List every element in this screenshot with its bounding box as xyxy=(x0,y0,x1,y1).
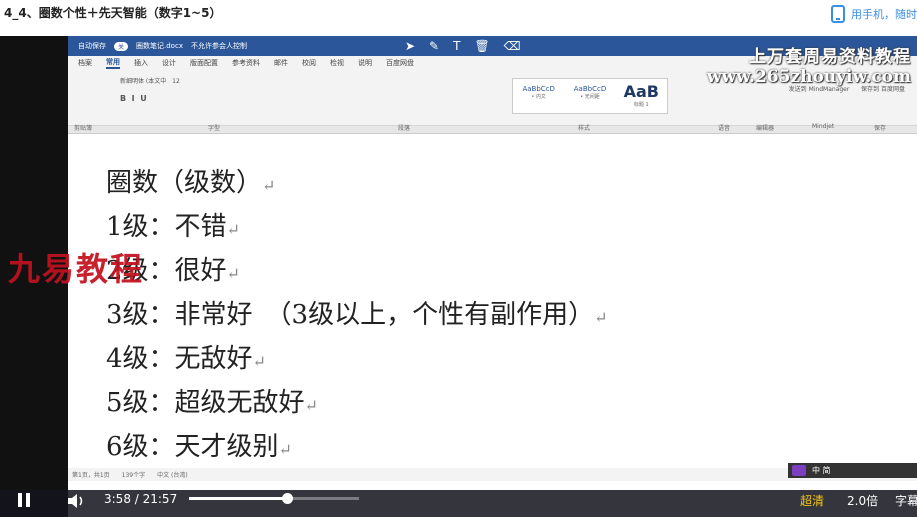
style-normal-preview: AaBbCcD xyxy=(522,85,555,93)
doc-line-heading-text: 圈数（级数） xyxy=(106,168,263,198)
pointer-icon[interactable]: ➤ xyxy=(405,39,415,53)
paragraph-mark: ↵ xyxy=(226,220,240,239)
style-normal[interactable]: AaBbCcD • 内文 xyxy=(513,79,564,113)
doc-line-level4-text: 4级：无敌好 xyxy=(106,344,253,374)
ime-logo-icon xyxy=(792,465,806,476)
format-buttons[interactable]: B I U xyxy=(120,94,147,103)
progress-thumb[interactable] xyxy=(282,493,294,504)
mobile-hint-link[interactable]: 用手机，随时 xyxy=(831,5,917,23)
ime-toolbar[interactable]: 中 简 xyxy=(788,463,917,478)
group-label-clipboard: 剪贴簿 xyxy=(74,125,93,132)
player-controls: 3:58 / 21:57 超清 2.0倍 字幕 xyxy=(0,485,917,517)
autosave-label: 自动保存 xyxy=(78,42,106,50)
doc-line-level3-text: 3级：非常好 （3级以上，个性有副作用） xyxy=(106,300,595,330)
autosave-toggle[interactable]: 关 xyxy=(114,41,129,51)
tab-home[interactable]: 常用 xyxy=(106,57,120,69)
status-word-count: 139个字 xyxy=(121,472,146,479)
paragraph-mark: ↵ xyxy=(252,352,266,371)
pause-bar-left xyxy=(18,493,22,507)
tab-mailings[interactable]: 邮件 xyxy=(274,58,288,68)
group-label-voice: 语音 xyxy=(718,125,731,132)
paragraph-mark: ↵ xyxy=(594,308,608,327)
page-title: 4_4、圈数个性＋先天智能（数字1~5） xyxy=(4,6,222,20)
pause-bar-right xyxy=(26,493,30,507)
document-page[interactable]: 圈数（级数）↵ 1级：不错↵ 2级：很好↵ 3级：非常好 （3级以上，个性有副作… xyxy=(68,140,917,500)
style-heading1-preview: AaB xyxy=(623,82,659,101)
video-player[interactable]: 自动保存 关 圈数笔记.docx 不允许参会人控制 ➤ ✎ T 🗑 ⌫ 档案 常… xyxy=(0,36,917,517)
pen-icon[interactable]: ✎ xyxy=(429,39,439,53)
tab-help[interactable]: 说明 xyxy=(358,58,372,68)
tab-view[interactable]: 检视 xyxy=(330,58,344,68)
doc-name: 圈数笔记.docx xyxy=(136,42,183,50)
status-language: 中文 (台湾) xyxy=(157,472,188,479)
tab-baidu[interactable]: 百度网盘 xyxy=(386,58,414,68)
volume-icon[interactable] xyxy=(66,492,86,510)
style-no-spacing-preview: AaBbCcD xyxy=(573,85,607,93)
style-normal-name: • 内文 xyxy=(531,94,546,100)
meeting-toolbar: ➤ ✎ T 🗑 ⌫ xyxy=(405,39,521,53)
mobile-hint-label: 用手机，随时 xyxy=(851,8,917,21)
status-page: 第1页，共1页 xyxy=(72,472,110,479)
font-size-value[interactable]: 12 xyxy=(172,78,180,85)
group-label-mindjet: Mindjet xyxy=(812,123,835,130)
paragraph-mark: ↵ xyxy=(304,396,318,415)
tab-layout[interactable]: 版面配置 xyxy=(190,58,218,68)
doc-line-level1-text: 1级：不错 xyxy=(106,212,227,242)
red-watermark: 九易教程 xyxy=(8,250,145,288)
group-label-editor: 编辑器 xyxy=(756,125,775,132)
tab-design[interactable]: 设计 xyxy=(162,58,176,68)
paragraph-mark: ↵ xyxy=(262,176,276,195)
eraser-icon[interactable]: ⌫ xyxy=(504,39,521,53)
doc-line-level6: 6级：天才级别↵ xyxy=(106,426,292,463)
font-name-value: 新细明体 (本文中 xyxy=(120,78,167,85)
text-icon[interactable]: T xyxy=(453,39,460,53)
doc-line-level4: 4级：无敌好↵ xyxy=(106,338,266,375)
paragraph-mark: ↵ xyxy=(226,264,240,283)
tab-file[interactable]: 档案 xyxy=(78,58,92,68)
doc-line-level1: 1级：不错↵ xyxy=(106,206,240,243)
ime-text: 中 简 xyxy=(812,466,831,475)
edit-restrict-label: 不允许参会人控制 xyxy=(190,42,247,50)
progress-fill xyxy=(189,497,288,500)
tab-insert[interactable]: 插入 xyxy=(134,58,148,68)
tab-review[interactable]: 校阅 xyxy=(302,58,316,68)
doc-line-level5-text: 5级：超级无敌好 xyxy=(106,388,305,418)
font-name-select[interactable]: 新细明体 (本文中 12 xyxy=(120,76,180,85)
pause-button[interactable] xyxy=(18,493,34,509)
page-header: 4_4、圈数个性＋先天智能（数字1~5） 用手机，随时 xyxy=(0,0,917,36)
phone-icon xyxy=(831,5,845,23)
paragraph-mark: ↵ xyxy=(278,440,292,459)
site-watermark-line2: www.265zhouyiw.com xyxy=(706,67,911,87)
styles-gallery[interactable]: AaBbCcD • 内文 AaBbCcD • 无间距 AaB 标题 1 xyxy=(512,78,668,114)
horizontal-ruler xyxy=(68,126,917,134)
style-heading1[interactable]: AaB 标题 1 xyxy=(616,79,667,113)
progress-bar[interactable] xyxy=(189,493,359,504)
quality-button[interactable]: 超清 xyxy=(800,492,824,509)
group-label-font: 字型 xyxy=(208,125,221,132)
site-watermark: 上万套周易资料教程 www.265zhouyiw.com xyxy=(707,42,911,87)
doc-line-level5: 5级：超级无敌好↵ xyxy=(106,382,318,419)
speed-button[interactable]: 2.0倍 xyxy=(847,492,878,509)
group-label-paragraph: 段落 xyxy=(398,125,411,132)
delete-icon[interactable]: 🗑 xyxy=(474,39,489,53)
group-label-save: 保存 xyxy=(874,125,887,132)
style-heading1-name: 标题 1 xyxy=(633,102,649,108)
site-watermark-line1: 上万套周易资料教程 xyxy=(749,47,911,67)
time-display: 3:58 / 21:57 xyxy=(104,492,178,506)
style-no-spacing-name: • 无间距 xyxy=(580,94,600,100)
tab-references[interactable]: 参考资料 xyxy=(232,58,260,68)
subtitle-button[interactable]: 字幕 xyxy=(895,492,917,509)
doc-line-heading: 圈数（级数）↵ xyxy=(106,162,275,199)
style-no-spacing[interactable]: AaBbCcD • 无间距 xyxy=(564,79,615,113)
doc-line-level3: 3级：非常好 （3级以上，个性有副作用）↵ xyxy=(106,294,608,331)
doc-line-level6-text: 6级：天才级别 xyxy=(106,432,279,462)
group-label-styles: 样式 xyxy=(578,125,591,132)
